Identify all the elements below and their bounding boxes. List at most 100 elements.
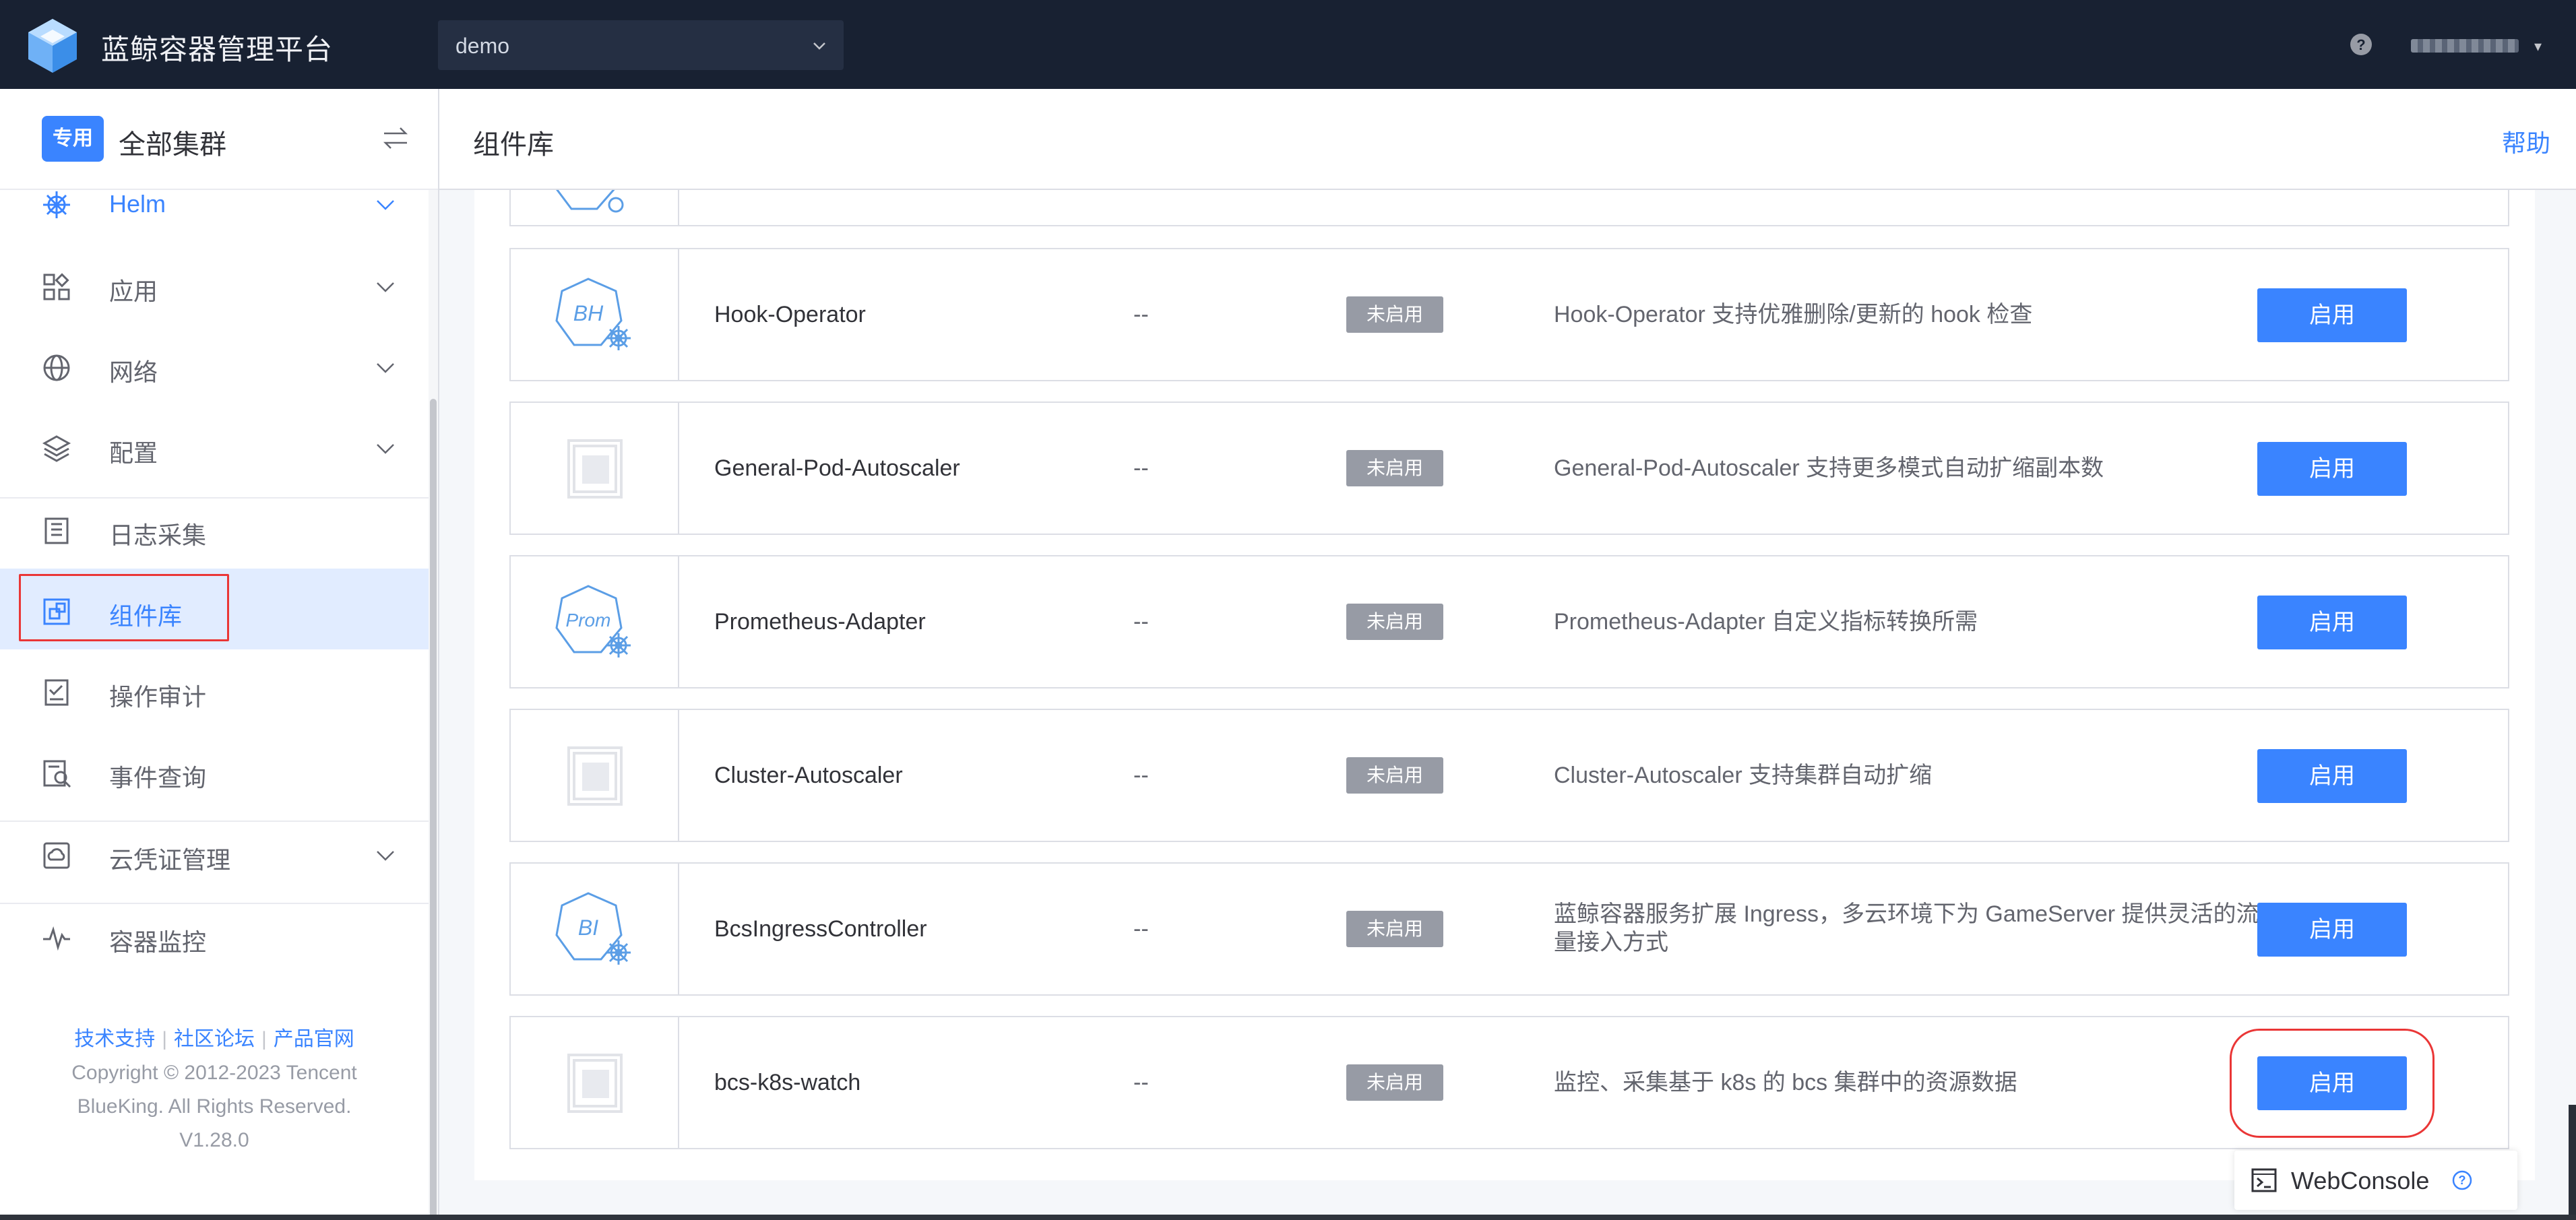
sidebar-item-label: 容器监控 bbox=[109, 928, 207, 956]
sidebar-item-label: 操作审计 bbox=[109, 683, 207, 711]
enable-button[interactable]: 启用 bbox=[2257, 749, 2407, 803]
user-menu[interactable]: ▾ bbox=[2411, 34, 2546, 57]
sidebar-item-monitor[interactable]: 容器监控 bbox=[0, 895, 429, 975]
pulse-monitor-icon bbox=[43, 926, 70, 951]
component-icon-cell bbox=[511, 1017, 679, 1148]
caret-down-icon: ▾ bbox=[2534, 38, 2542, 55]
component-version: -- bbox=[1133, 916, 1149, 942]
chevron-down-icon bbox=[377, 200, 394, 210]
svg-text:?: ? bbox=[2459, 1174, 2466, 1187]
window-bottom-edge bbox=[0, 1215, 2576, 1220]
sidebar-item-label: Helm bbox=[109, 190, 166, 218]
component-description: General-Pod-Autoscaler 支持更多模式自动扩缩副本数 bbox=[1554, 455, 2104, 481]
tech-support-link[interactable]: 技术支持 bbox=[74, 1028, 155, 1050]
enable-button[interactable]: 启用 bbox=[2230, 1029, 2434, 1138]
page-scrollbar[interactable] bbox=[2569, 1105, 2576, 1219]
product-site-link[interactable]: 产品官网 bbox=[274, 1028, 354, 1050]
sidebar-item-network[interactable]: 网络 bbox=[0, 325, 429, 406]
community-forum-link[interactable]: 社区论坛 bbox=[174, 1028, 255, 1050]
sidebar-item-label: 日志采集 bbox=[109, 521, 207, 549]
placeholder-component-icon bbox=[567, 439, 623, 499]
component-icon-text: BH bbox=[573, 301, 604, 325]
sidebar-item-helm[interactable]: Helm bbox=[0, 162, 429, 243]
component-name: Hook-Operator bbox=[714, 302, 866, 327]
component-description: 监控、采集基于 k8s 的 bcs 集群中的资源数据 bbox=[1554, 1070, 2017, 1095]
component-name: General-Pod-Autoscaler bbox=[714, 455, 960, 481]
bluking-logo-icon[interactable] bbox=[27, 18, 78, 74]
status-badge: 未启用 bbox=[1346, 757, 1443, 794]
component-row-partial bbox=[509, 190, 2509, 226]
chevron-down-icon bbox=[377, 363, 394, 373]
component-version: -- bbox=[1133, 1070, 1149, 1095]
sidebar-item-events[interactable]: 事件查询 bbox=[0, 730, 429, 811]
enable-button[interactable]: 启用 bbox=[2257, 288, 2407, 342]
status-badge: 未启用 bbox=[1346, 450, 1443, 486]
sidebar-item-logs[interactable]: 日志采集 bbox=[0, 488, 429, 569]
placeholder-component-icon bbox=[567, 1054, 623, 1113]
app-title[interactable]: 蓝鲸容器管理平台 bbox=[101, 27, 333, 68]
component-icon-cell: BH bbox=[511, 249, 679, 380]
component-description: Cluster-Autoscaler 支持集群自动扩缩 bbox=[1554, 763, 1933, 788]
terminal-icon bbox=[2251, 1168, 2277, 1192]
enable-button[interactable]: 启用 bbox=[2257, 903, 2407, 957]
status-badge: 未启用 bbox=[1346, 1064, 1443, 1101]
user-name-blurred bbox=[2411, 39, 2519, 53]
sidebar-item-config[interactable]: 配置 bbox=[0, 406, 429, 486]
main-header: 组件库 帮助 bbox=[439, 89, 2576, 190]
component-icon-cell bbox=[511, 710, 679, 841]
component-version: -- bbox=[1133, 609, 1149, 635]
event-search-icon bbox=[43, 760, 71, 788]
apps-grid-icon bbox=[43, 273, 70, 300]
component-description: 蓝鲸容器服务扩展 Ingress，多云环境下为 GameServer 提供灵活的… bbox=[1554, 901, 2259, 955]
sidebar-item-label: 网络 bbox=[109, 358, 158, 386]
copyright-text: Copyright © 2012-2023 Tencent BlueKing. … bbox=[71, 1062, 357, 1118]
footer-links: 技术支持 | 社区论坛 | 产品官网 bbox=[74, 1028, 354, 1050]
project-select[interactable]: demo bbox=[438, 20, 844, 70]
help-circle-icon[interactable]: ? bbox=[2451, 1169, 2473, 1191]
help-icon[interactable]: ? bbox=[2349, 32, 2373, 57]
component-icon-cell: BI bbox=[511, 864, 679, 994]
component-row: BI BcsIngressController -- 未启用 蓝鲸容器服务扩展 … bbox=[509, 862, 2509, 996]
component-name: BcsIngressController bbox=[714, 916, 927, 942]
helm-component-icon: Prom bbox=[555, 585, 631, 657]
version-text: V1.28.0 bbox=[179, 1129, 249, 1151]
component-icon-cell bbox=[511, 190, 679, 225]
switch-arrows-icon[interactable] bbox=[381, 124, 410, 152]
component-icon-cell bbox=[511, 403, 679, 534]
audit-check-icon bbox=[44, 679, 69, 706]
sidebar-item-label: 事件查询 bbox=[109, 764, 207, 792]
status-badge: 未启用 bbox=[1346, 604, 1443, 640]
sidebar-item-app[interactable]: 应用 bbox=[0, 244, 429, 325]
top-navbar: 蓝鲸容器管理平台 demo ? ▾ bbox=[0, 0, 2576, 89]
helm-component-icon bbox=[556, 190, 624, 213]
component-icon-text: BI bbox=[578, 916, 598, 940]
sidebar-item-audit[interactable]: 操作审计 bbox=[0, 649, 429, 730]
enable-button[interactable]: 启用 bbox=[2257, 596, 2407, 649]
help-link[interactable]: 帮助 bbox=[2502, 124, 2550, 159]
enable-button[interactable]: 启用 bbox=[2257, 442, 2407, 496]
component-name: Prometheus-Adapter bbox=[714, 609, 926, 635]
globe-icon bbox=[43, 354, 70, 381]
project-select-value: demo bbox=[455, 34, 510, 58]
cloud-credential-icon bbox=[43, 842, 70, 869]
component-list: BH Hook-Operator -- 未启用 Hook-Operator 支持… bbox=[474, 190, 2535, 1180]
sidebar-footer: 技术支持 | 社区论坛 | 产品官网 Copyright © 2012-2023 Ten… bbox=[0, 1023, 429, 1157]
component-version: -- bbox=[1133, 455, 1149, 481]
helm-component-icon: BI bbox=[555, 892, 631, 965]
placeholder-component-icon bbox=[567, 746, 623, 806]
sidebar-item-label: 云凭证管理 bbox=[109, 846, 231, 874]
chevron-down-icon bbox=[377, 444, 394, 454]
chevron-down-icon bbox=[377, 851, 394, 861]
sidebar-item-label: 配置 bbox=[109, 439, 158, 467]
sidebar-item-label: 应用 bbox=[109, 278, 158, 305]
annotation-highlight-box bbox=[19, 574, 229, 641]
component-name: Cluster-Autoscaler bbox=[714, 763, 903, 788]
svg-text:?: ? bbox=[2356, 36, 2365, 53]
component-version: -- bbox=[1133, 302, 1149, 327]
component-row: Cluster-Autoscaler -- 未启用 Cluster-Autosc… bbox=[509, 709, 2509, 842]
helm-component-icon: BH bbox=[555, 278, 631, 350]
webconsole-button[interactable]: WebConsole ? bbox=[2234, 1151, 2517, 1210]
sidebar-item-cloud-credentials[interactable]: 云凭证管理 bbox=[0, 812, 429, 893]
component-version: -- bbox=[1133, 763, 1149, 788]
sidebar-scrollbar-thumb[interactable] bbox=[430, 399, 437, 1220]
